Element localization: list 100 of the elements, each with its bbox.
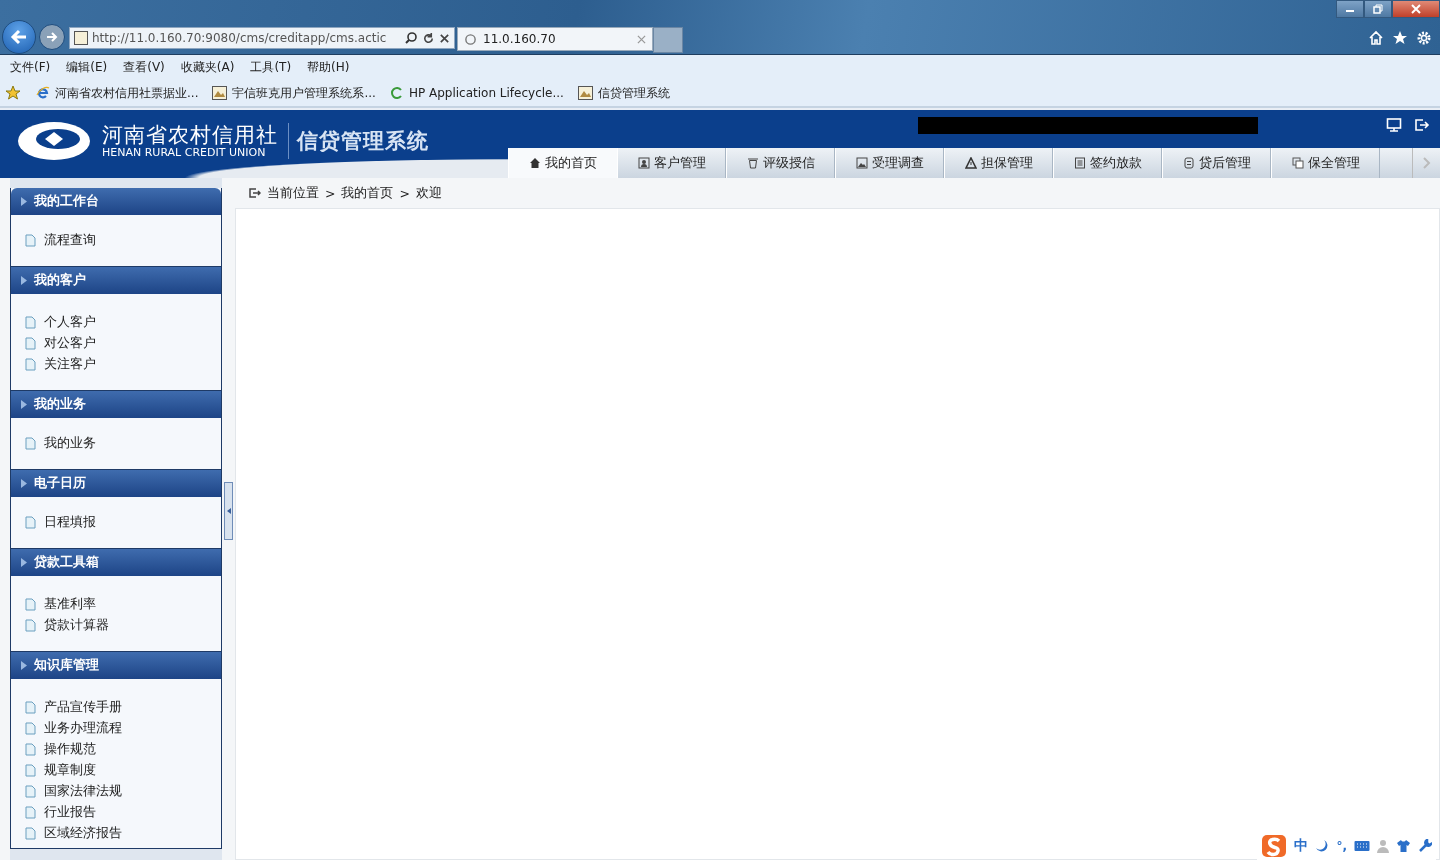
sidebar-item[interactable]: 国家法律法规 (25, 781, 221, 802)
person-icon (637, 157, 650, 169)
triangle-left-icon (226, 508, 231, 514)
monitor-icon[interactable] (1386, 117, 1402, 133)
menu-item[interactable]: 查看(V) (123, 59, 165, 76)
favorite-label[interactable]: 信贷管理系统 (597, 84, 670, 102)
nav-tab[interactable]: 受理调查 (835, 148, 944, 178)
chevron-right-icon (1422, 157, 1431, 169)
nav-tab[interactable]: 评级授信 (726, 148, 835, 178)
document-icon (25, 598, 36, 611)
sidebar-item[interactable]: 对公客户 (25, 333, 221, 354)
restore-button[interactable] (1364, 0, 1392, 18)
breadcrumb-item[interactable]: 我的首页 (341, 184, 394, 202)
sidebar-item[interactable]: 我的业务 (25, 433, 221, 454)
minimize-button[interactable] (1336, 0, 1364, 18)
document-icon (25, 437, 36, 450)
sidebar-section-header[interactable]: 知识库管理 (11, 652, 221, 679)
favorite-label[interactable]: 河南省农村信用社票据业... (55, 84, 199, 102)
refresh-icon[interactable] (422, 31, 435, 45)
document-icon (25, 337, 36, 350)
document-icon (25, 764, 36, 777)
sidebar-item[interactable]: 贷款计算器 (25, 615, 221, 636)
nav-tab[interactable]: 客户管理 (617, 148, 726, 178)
warning-icon (964, 157, 977, 169)
favorite-label[interactable]: 宇信班克用户管理系统系... (232, 84, 376, 102)
sidebar-item[interactable]: 操作规范 (25, 739, 221, 760)
menu-item[interactable]: 文件(F) (10, 59, 51, 76)
settings-icon[interactable] (1416, 30, 1432, 46)
sidebar-item[interactable]: 日程填报 (25, 512, 221, 533)
triangle-right-icon (21, 400, 27, 409)
sidebar-section-header[interactable]: 贷款工具箱 (11, 549, 221, 576)
favorites-star-icon[interactable] (5, 85, 22, 101)
close-window-button[interactable] (1392, 0, 1440, 18)
input-mode-indicator[interactable]: 中 (1294, 837, 1309, 855)
back-button[interactable] (2, 20, 36, 54)
sidebar-item[interactable]: 流程查询 (25, 230, 221, 251)
list-icon (1182, 157, 1195, 169)
nav-tab[interactable]: 签约放款 (1053, 148, 1162, 178)
picture-icon (577, 86, 593, 100)
document-icon (25, 827, 36, 840)
collapse-handle[interactable] (224, 482, 233, 540)
nav-tab[interactable]: 我的首页 (508, 148, 617, 178)
menu-item[interactable]: 帮助(H) (307, 59, 350, 76)
triangle-right-icon (21, 197, 27, 206)
page-icon (74, 31, 88, 45)
breadcrumb-separator: > (399, 185, 410, 201)
nav-tab[interactable]: 贷后管理 (1162, 148, 1271, 178)
document-icon (25, 785, 36, 798)
sidebar-item[interactable]: 行业报告 (25, 802, 221, 823)
sidebar-section-header[interactable]: 我的工作台 (11, 188, 221, 215)
loading-icon (464, 32, 477, 46)
sidebar-item[interactable]: 规章制度 (25, 760, 221, 781)
nav-tab[interactable]: 保全管理 (1271, 148, 1380, 178)
address-bar[interactable]: http://11.0.160.70:9080/cms/creditapp/cms.actic (69, 27, 455, 49)
document-icon (1073, 157, 1086, 169)
document-icon (25, 316, 36, 329)
home-icon[interactable] (1368, 30, 1384, 46)
sidebar-section-header[interactable]: 我的客户 (11, 267, 221, 294)
sidebar-item[interactable]: 产品宣传手册 (25, 697, 221, 718)
punctuation-mode-indicator[interactable]: °, (1336, 839, 1347, 853)
sidebar-item[interactable]: 基准利率 (25, 594, 221, 615)
url-text: http://11.0.160.70:9080/cms/creditapp/cms.actic (92, 31, 388, 45)
keyboard-icon[interactable] (1354, 840, 1370, 852)
image-icon (855, 157, 868, 169)
triangle-right-icon (21, 661, 27, 670)
close-icon[interactable] (439, 32, 450, 44)
moon-icon[interactable] (1315, 839, 1330, 853)
menu-item[interactable]: 工具(T) (250, 59, 292, 76)
favorite-label[interactable]: HP Application Lifecycle... (408, 86, 564, 100)
document-icon (25, 516, 36, 529)
menu-item[interactable]: 收藏夹(A) (180, 59, 235, 76)
restore-icon (1373, 4, 1383, 14)
sidebar-item[interactable]: 区域经济报告 (25, 823, 221, 844)
input-method-logo-icon[interactable] (1261, 834, 1288, 858)
document-icon (25, 743, 36, 756)
document-icon (25, 619, 36, 632)
sidebar-item[interactable]: 个人客户 (25, 312, 221, 333)
breadcrumb-item[interactable]: 欢迎 (415, 184, 442, 202)
document-icon (25, 701, 36, 714)
wrench-icon[interactable] (1418, 839, 1432, 853)
system-name: 信贷管理系统 (297, 128, 429, 155)
sidebar-section-header[interactable]: 我的业务 (11, 391, 221, 418)
browser-tab[interactable]: 11.0.160.70 (457, 27, 653, 51)
triangle-right-icon (21, 479, 27, 488)
breadcrumb-item: 当前位置 (267, 184, 319, 202)
sidebar-item[interactable]: 业务办理流程 (25, 718, 221, 739)
triangle-right-icon (21, 276, 27, 285)
forward-button[interactable] (39, 24, 65, 50)
copy-icon (1291, 157, 1304, 169)
shirt-icon[interactable] (1396, 839, 1411, 853)
logout-icon[interactable] (1414, 117, 1430, 133)
sidebar-item[interactable]: 关注客户 (25, 354, 221, 375)
nav-tab[interactable]: 担保管理 (944, 148, 1053, 178)
menu-item[interactable]: 编辑(E) (66, 59, 108, 76)
document-icon (25, 722, 36, 735)
close-tab-icon[interactable] (637, 34, 646, 44)
ime-toolbar[interactable]: 中 °, (1257, 832, 1436, 860)
star-icon[interactable] (1392, 30, 1408, 46)
sidebar-section-header[interactable]: 电子日历 (11, 470, 221, 497)
search-icon[interactable] (404, 31, 418, 45)
